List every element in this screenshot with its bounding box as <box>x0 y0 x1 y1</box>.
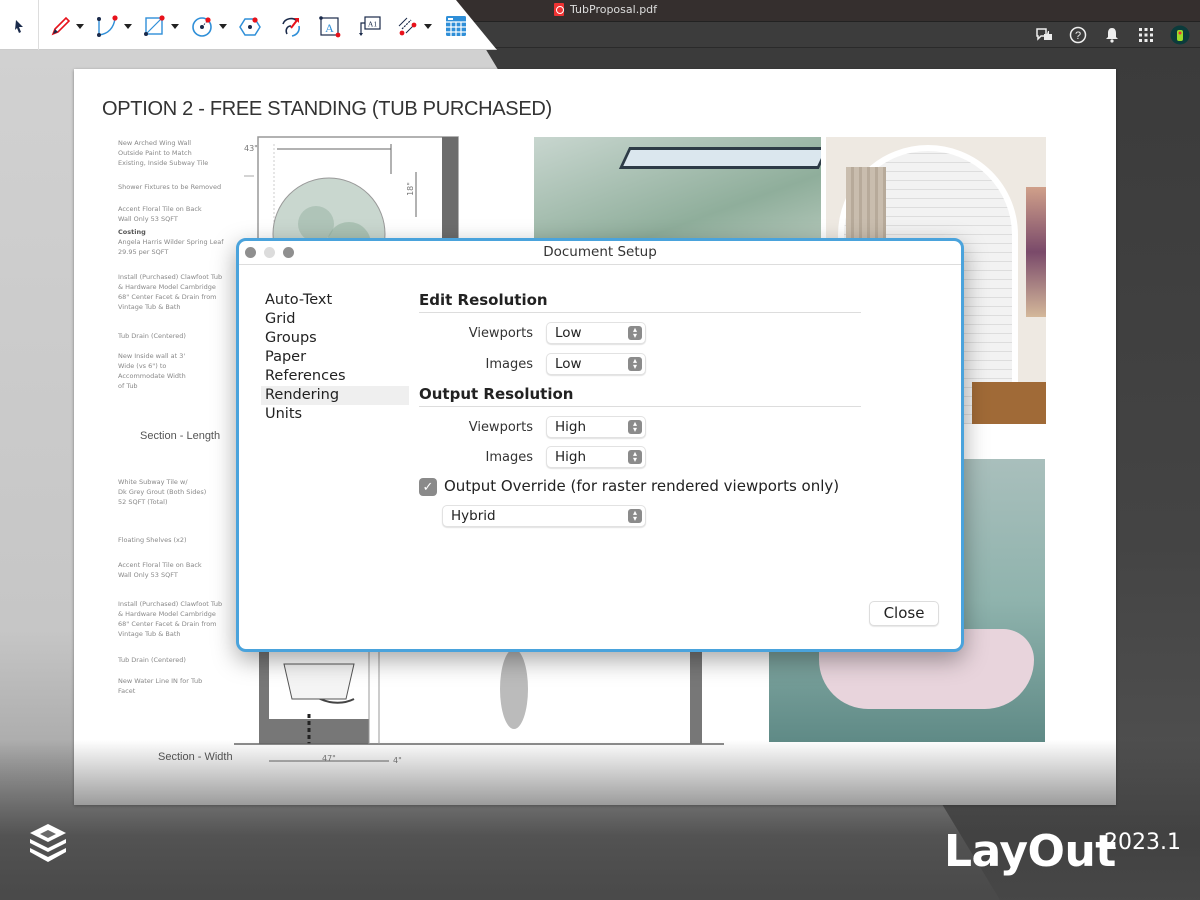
polygon-tool[interactable] <box>238 14 262 38</box>
sidebar-item-grid[interactable]: Grid <box>261 310 409 329</box>
select-tool[interactable] <box>12 14 26 38</box>
override-mode-value: Hybrid <box>451 508 496 524</box>
dim-height-side: 18" <box>405 182 415 196</box>
sidebar-item-paper[interactable]: Paper <box>261 348 409 367</box>
notifications-icon[interactable] <box>1102 25 1122 45</box>
user-avatar[interactable] <box>1170 25 1190 45</box>
output-resolution-heading: Output Resolution <box>419 385 861 407</box>
edit-viewports-select[interactable]: Low ▴ ▾ <box>546 322 646 344</box>
document-setup-dialog: Document Setup Auto-Text Grid Groups Pap… <box>236 238 964 652</box>
label-tool[interactable]: A1 <box>357 14 383 38</box>
note-floating-shelves: Floating Shelves (x2) <box>118 536 187 544</box>
edit-images-label: Images <box>485 357 534 372</box>
page-title: OPTION 2 - FREE STANDING (TUB PURCHASED) <box>102 98 552 120</box>
chevron-down-icon[interactable] <box>124 23 132 29</box>
output-viewports-select[interactable]: High ▴ ▾ <box>546 416 646 438</box>
output-viewports-label: Viewports <box>468 420 533 435</box>
offset-icon <box>282 17 300 37</box>
edit-images-value: Low <box>555 356 582 372</box>
close-button[interactable]: Close <box>869 601 939 626</box>
pencil-icon <box>51 16 71 36</box>
note-accent-tile: Accent Floral Tile on Back Wall Only 53 … <box>118 205 202 223</box>
offset-tool[interactable] <box>279 14 303 38</box>
chevron-down-icon[interactable] <box>76 23 84 29</box>
line-arc-icon <box>97 15 118 37</box>
circle-icon <box>192 17 212 37</box>
product-name: LayOut <box>944 826 1116 877</box>
output-override-checkbox[interactable]: ✓ <box>419 478 437 496</box>
note-clawfoot-tub: Install (Purchased) Clawfoot Tub & Hardw… <box>118 273 223 311</box>
stepper-icon: ▴ ▾ <box>628 450 642 464</box>
circle-tool[interactable] <box>191 14 227 38</box>
note-arched-wall: New Arched Wing Wall Outside Paint to Ma… <box>118 139 209 167</box>
help-icon[interactable]: ? <box>1068 25 1088 45</box>
note-water-line: New Water Line IN for Tub Facet <box>118 677 203 695</box>
output-images-select[interactable]: High ▴ ▾ <box>546 446 646 468</box>
edit-resolution-heading: Edit Resolution <box>419 291 861 313</box>
note-shower-fixtures: Shower Fixtures to be Removed <box>118 183 222 191</box>
line-tool[interactable] <box>96 14 132 38</box>
top-right-icons: ? <box>1034 22 1200 48</box>
sidebar-item-units[interactable]: Units <box>261 405 409 424</box>
stepper-icon: ▴ ▾ <box>628 326 642 340</box>
sidebar-item-auto-text[interactable]: Auto-Text <box>261 291 409 310</box>
section-length-label: Section - Length <box>140 430 221 442</box>
polygon-icon <box>239 17 261 36</box>
chevron-down-icon[interactable] <box>424 23 432 29</box>
text-icon: A <box>319 16 341 38</box>
settings-sidebar: Auto-Text Grid Groups Paper References R… <box>261 291 409 424</box>
document-tab[interactable]: TubProposal.pdf <box>554 3 657 16</box>
minimize-window-button[interactable] <box>264 247 275 258</box>
sidebar-item-groups[interactable]: Groups <box>261 329 409 348</box>
dimension-tool[interactable] <box>396 14 432 38</box>
file-name: TubProposal.pdf <box>570 3 658 16</box>
dialog-title-bar[interactable]: Document Setup <box>239 241 961 265</box>
pdf-file-icon <box>554 3 564 16</box>
table-tool[interactable] <box>445 14 467 38</box>
close-window-button[interactable] <box>245 247 256 258</box>
output-images-label: Images <box>485 450 534 465</box>
svg-text:A: A <box>325 21 334 35</box>
edit-images-select[interactable]: Low ▴ ▾ <box>546 353 646 375</box>
edit-viewports-label: Viewports <box>468 326 533 341</box>
stepper-icon: ▴ ▾ <box>628 509 642 523</box>
note-accent-tile-2: Accent Floral Tile on Back Wall Only 53 … <box>118 561 202 579</box>
window-controls <box>245 247 294 258</box>
output-override-label[interactable]: Output Override (for raster rendered vie… <box>444 477 839 495</box>
arrow-cursor-icon <box>15 20 23 33</box>
svg-text:?: ? <box>1075 30 1081 42</box>
layout-logo-icon <box>25 820 71 871</box>
edit-viewports-value: Low <box>555 325 582 341</box>
note-subway-tile: White Subway Tile w/ Dk Grey Grout (Both… <box>118 478 207 506</box>
apps-grid-icon[interactable] <box>1136 25 1156 45</box>
zoom-window-button[interactable] <box>283 247 294 258</box>
rectangle-icon <box>144 15 165 36</box>
product-version: 2023.1 <box>1104 830 1181 855</box>
table-icon <box>446 16 466 36</box>
note-tub-drain: Tub Drain (Centered) <box>118 332 186 340</box>
text-tool[interactable]: A <box>318 14 342 38</box>
svg-text:A1: A1 <box>368 20 377 29</box>
dim-width-top: 43" <box>244 144 258 153</box>
stepper-icon: ▴ ▾ <box>628 357 642 371</box>
chevron-down-icon[interactable] <box>171 23 179 29</box>
note-inside-wall: New Inside wall at 3' Wide (vs 6") to Ac… <box>118 352 186 390</box>
label-icon: A1 <box>359 16 381 36</box>
note-costing: Costing <box>118 228 146 236</box>
stepper-icon: ▴ ▾ <box>628 420 642 434</box>
dimension-icon <box>398 17 417 36</box>
sidebar-item-references[interactable]: References <box>261 367 409 386</box>
note-clawfoot-tub-2: Install (Purchased) Clawfoot Tub & Hardw… <box>118 600 223 638</box>
dialog-title: Document Setup <box>543 244 657 260</box>
override-mode-select[interactable]: Hybrid ▴ ▾ <box>442 505 646 527</box>
output-images-value: High <box>555 449 587 465</box>
sidebar-item-rendering[interactable]: Rendering <box>261 386 409 405</box>
output-viewports-value: High <box>555 419 587 435</box>
rectangle-tool[interactable] <box>143 14 179 38</box>
note-tub-drain-2: Tub Drain (Centered) <box>118 656 186 664</box>
chevron-down-icon[interactable] <box>219 23 227 29</box>
feedback-icon[interactable] <box>1034 25 1054 45</box>
pencil-tool[interactable] <box>50 14 84 38</box>
note-tile-cost: Angela Harris Wilder Spring Leaf 29.95 p… <box>118 238 224 256</box>
